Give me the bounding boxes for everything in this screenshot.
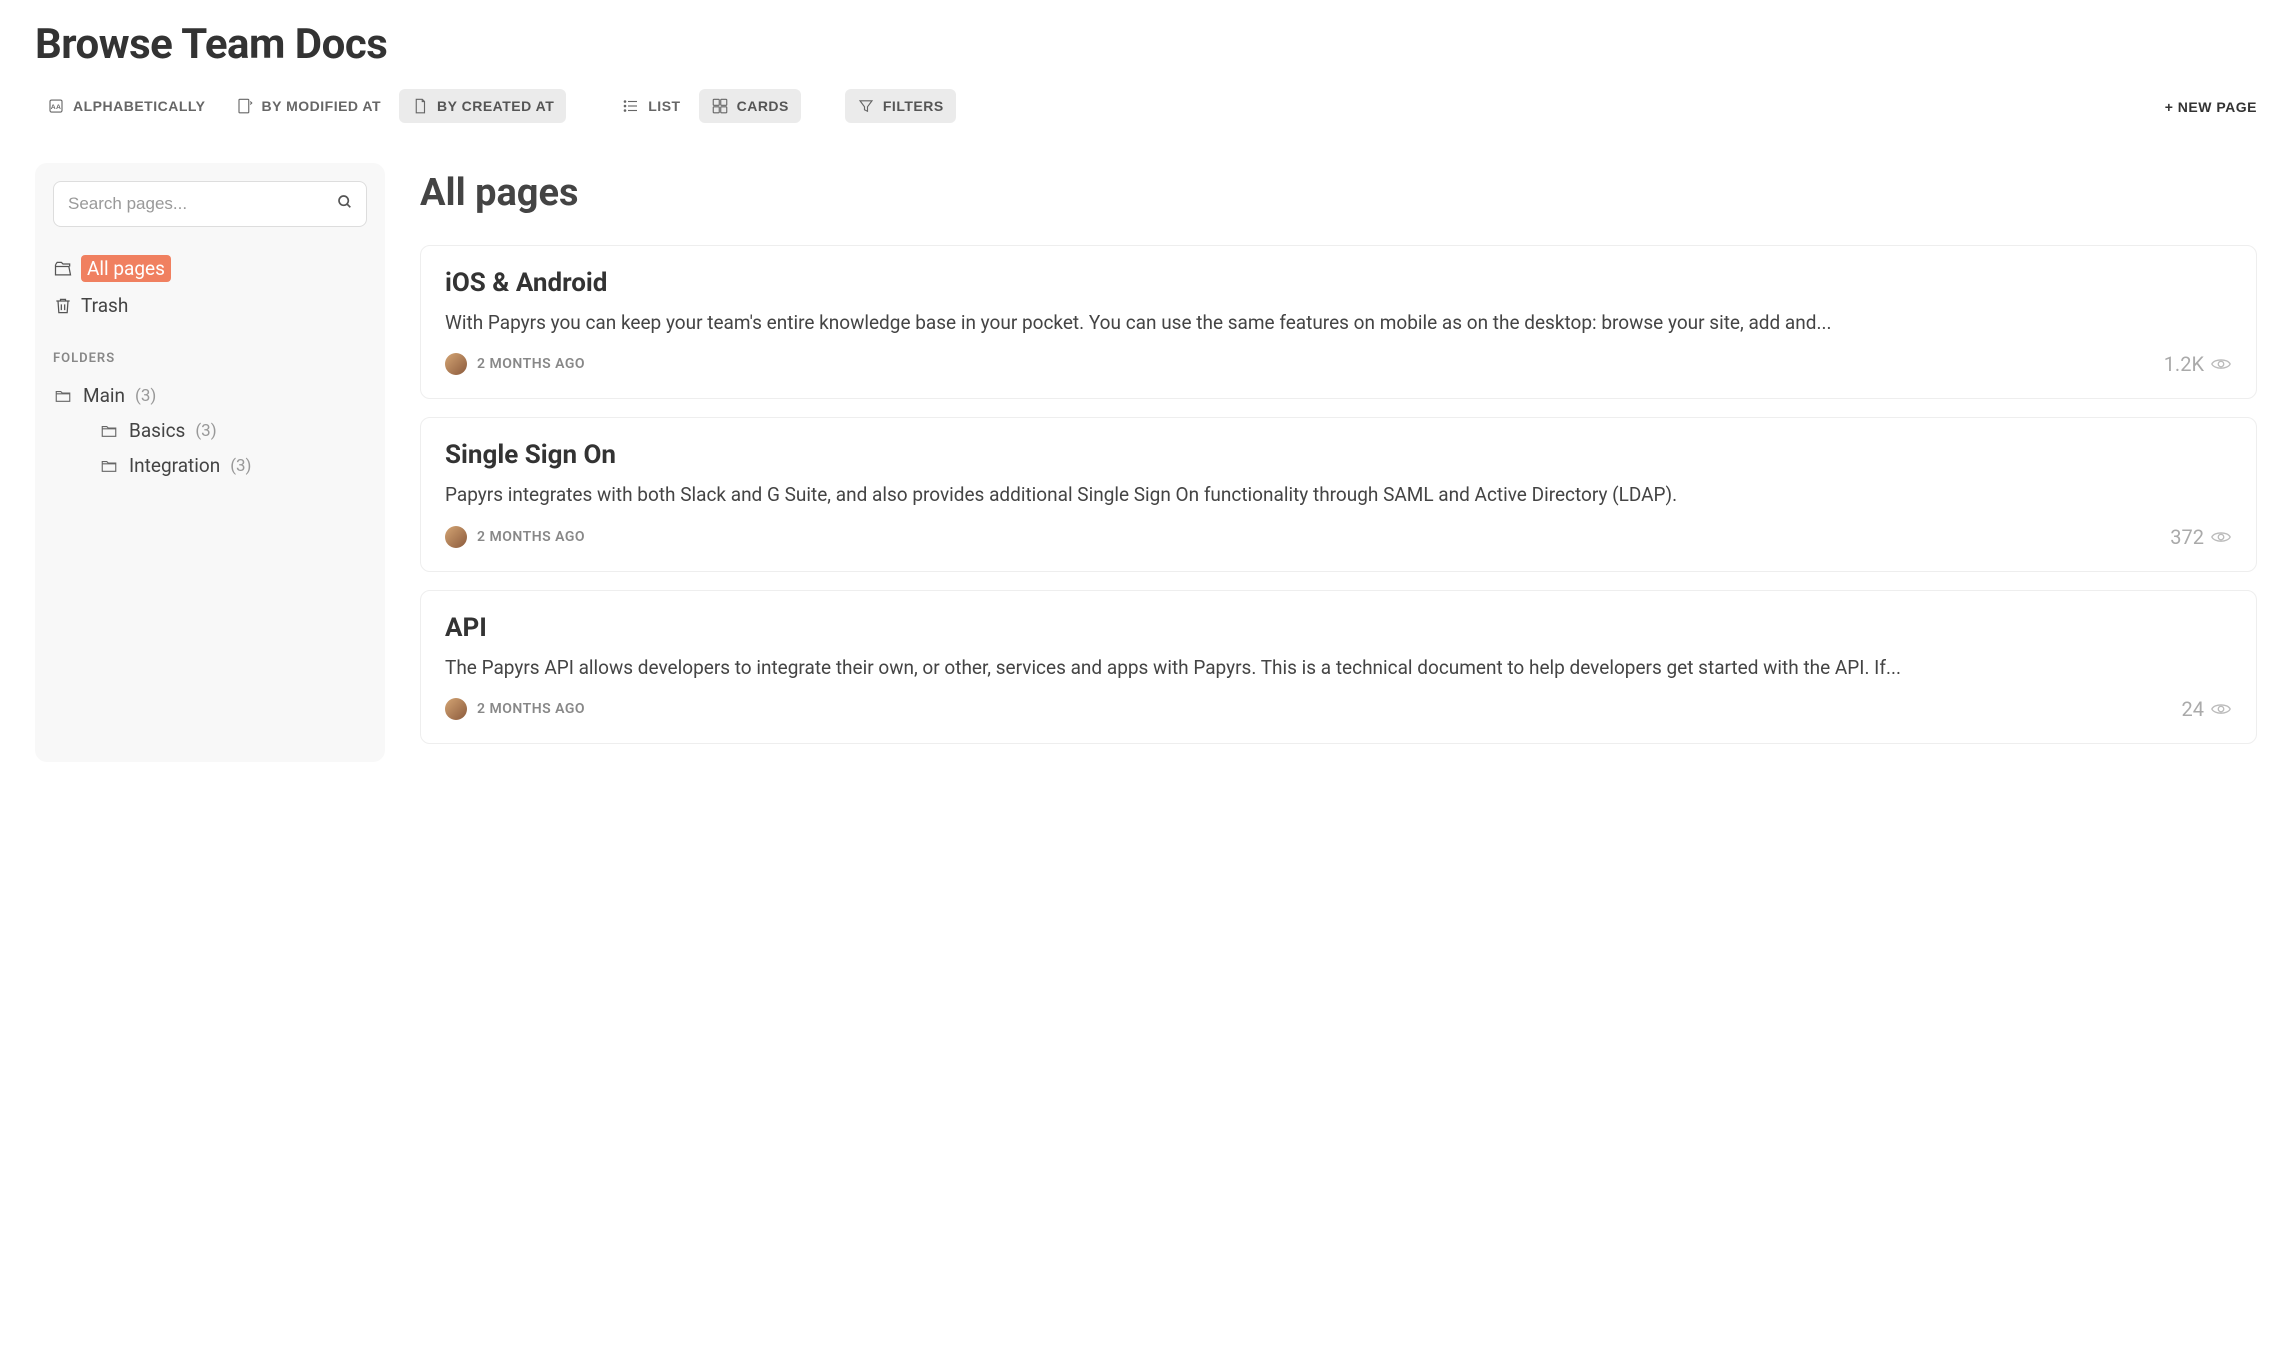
trash-label: Trash: [81, 294, 128, 317]
page-title: Browse Team Docs: [35, 20, 2257, 69]
main-heading: All pages: [420, 163, 2257, 215]
card-views: 24: [2182, 697, 2232, 721]
filter-icon: [857, 97, 875, 115]
trash-icon: [53, 296, 73, 316]
sort-alphabetically-button[interactable]: Aa Alphabetically: [35, 89, 218, 123]
avatar: [445, 526, 467, 548]
sidebar-item-all-pages[interactable]: All pages: [53, 249, 367, 288]
toolbar: Aa Alphabetically By Modified At By Crea…: [35, 89, 2257, 123]
card-body: With Papyrs you can keep your team's ent…: [445, 308, 2232, 338]
folder-integration-count: (3): [230, 456, 251, 476]
view-cards-label: Cards: [737, 98, 789, 114]
card-title: API: [445, 613, 2232, 643]
sort-created-button[interactable]: By Created At: [399, 89, 566, 123]
page-card[interactable]: iOS & Android With Papyrs you can keep y…: [420, 245, 2257, 399]
card-views: 1.2K: [2164, 352, 2232, 376]
toolbar-sort-group: Aa Alphabetically By Modified At By Crea…: [35, 89, 566, 123]
sort-alphabetically-label: Alphabetically: [73, 98, 206, 114]
new-page-button[interactable]: + NEW PAGE: [2165, 99, 2257, 115]
sort-modified-button[interactable]: By Modified At: [224, 89, 394, 123]
card-time: 2 months ago: [477, 701, 585, 717]
folder-basics-label: Basics: [129, 419, 185, 442]
card-title: iOS & Android: [445, 268, 2232, 298]
card-time: 2 months ago: [477, 356, 585, 372]
folders-header: Folders: [53, 351, 367, 366]
folder-integration-label: Integration: [129, 454, 220, 477]
sidebar-item-trash[interactable]: Trash: [53, 288, 367, 323]
filters-button[interactable]: Filters: [845, 89, 956, 123]
page-card[interactable]: API The Papyrs API allows developers to …: [420, 590, 2257, 744]
modified-icon: [236, 97, 254, 115]
card-body: Papyrs integrates with both Slack and G …: [445, 480, 2232, 510]
folder-basics[interactable]: Basics (3): [53, 413, 367, 448]
card-title: Single Sign On: [445, 440, 2232, 470]
folder-main-label: Main: [83, 384, 125, 407]
folder-icon: [53, 387, 73, 405]
page-card[interactable]: Single Sign On Papyrs integrates with bo…: [420, 417, 2257, 571]
created-icon: [411, 97, 429, 115]
card-body: The Papyrs API allows developers to inte…: [445, 653, 2232, 683]
search-icon: [337, 194, 353, 214]
alpha-icon: Aa: [47, 97, 65, 115]
eye-icon: [2210, 526, 2232, 548]
avatar: [445, 353, 467, 375]
filters-label: Filters: [883, 98, 944, 114]
sort-created-label: By Created At: [437, 98, 554, 114]
all-pages-label: All pages: [81, 255, 171, 282]
folder-main[interactable]: Main (3): [53, 378, 367, 413]
eye-icon: [2210, 698, 2232, 720]
view-list-label: List: [648, 98, 680, 114]
card-time: 2 months ago: [477, 529, 585, 545]
sort-modified-label: By Modified At: [262, 98, 382, 114]
view-cards-button[interactable]: Cards: [699, 89, 801, 123]
main-content: All pages iOS & Android With Papyrs you …: [420, 163, 2257, 762]
svg-text:Aa: Aa: [51, 104, 62, 111]
avatar: [445, 698, 467, 720]
folder-basics-count: (3): [195, 421, 216, 441]
card-views: 372: [2170, 525, 2232, 549]
folder-icon: [99, 457, 119, 475]
card-views-count: 1.2K: [2164, 352, 2204, 376]
cards-icon: [711, 97, 729, 115]
folder-integration[interactable]: Integration (3): [53, 448, 367, 483]
list-icon: [622, 97, 640, 115]
folder-open-icon: [53, 259, 73, 279]
card-views-count: 24: [2182, 697, 2204, 721]
eye-icon: [2210, 353, 2232, 375]
sidebar: All pages Trash Folders Main (3) Basics …: [35, 163, 385, 762]
search-input[interactable]: [53, 181, 367, 227]
folder-icon: [99, 422, 119, 440]
toolbar-view-group: List Cards: [610, 89, 801, 123]
card-views-count: 372: [2170, 525, 2204, 549]
folder-main-count: (3): [135, 386, 156, 406]
view-list-button[interactable]: List: [610, 89, 692, 123]
